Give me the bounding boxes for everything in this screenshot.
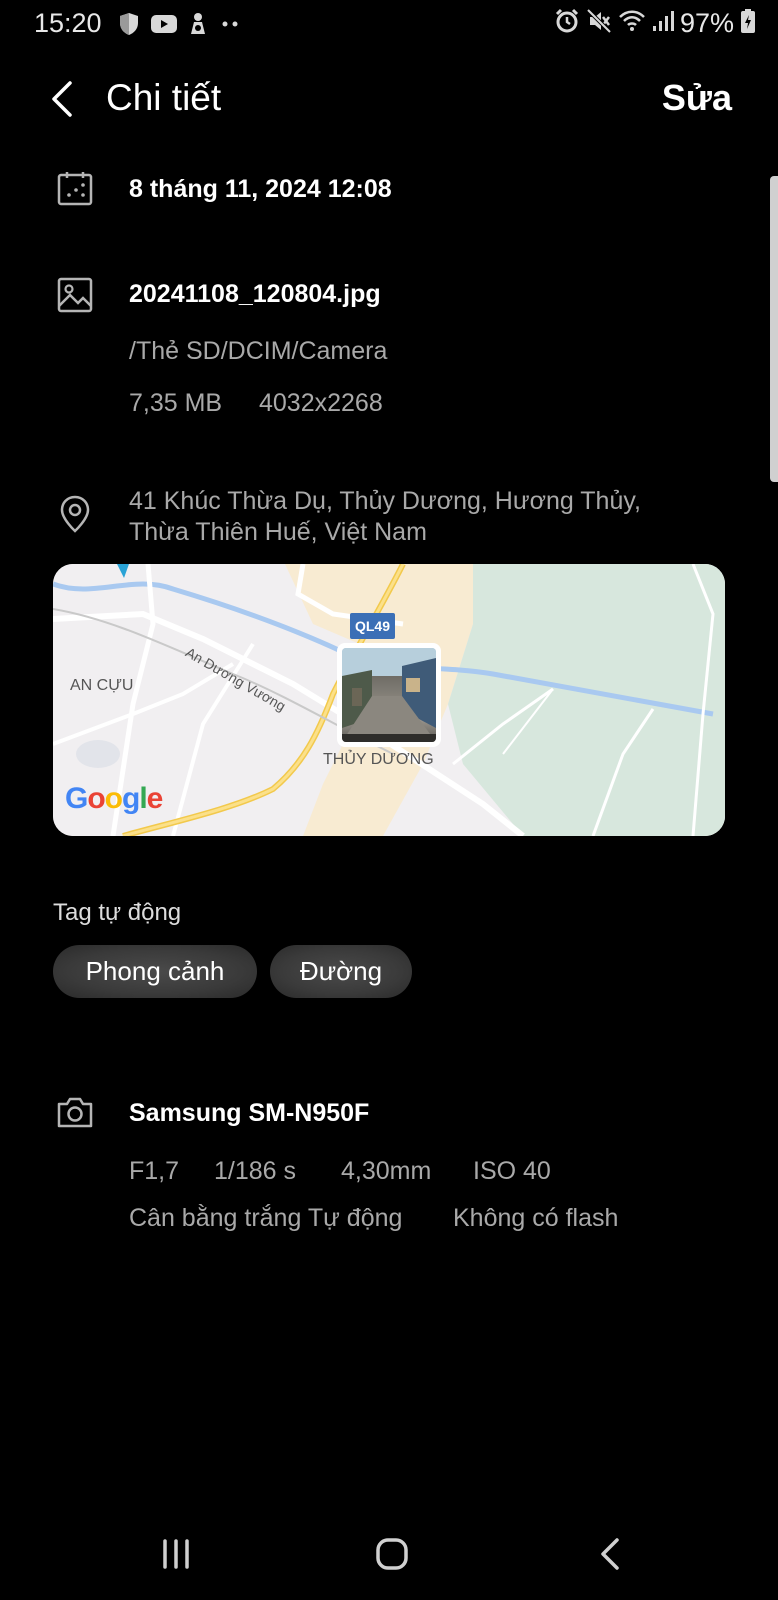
battery-percent: 97% bbox=[679, 8, 734, 38]
file-name: 20241108_120804.jpg bbox=[129, 280, 381, 308]
route-badge: QL49 bbox=[350, 613, 395, 639]
more-dots-icon bbox=[218, 12, 242, 41]
camera-shutter: 1/186 s bbox=[214, 1157, 297, 1185]
battery-charging-icon bbox=[740, 8, 756, 39]
back-button[interactable] bbox=[44, 76, 80, 122]
map-label-an-cuu: AN CỰU bbox=[70, 677, 134, 694]
chevron-left-icon bbox=[601, 1538, 619, 1570]
tag-label: Phong cảnh bbox=[85, 956, 225, 986]
map-photo-thumbnail[interactable] bbox=[337, 643, 441, 747]
mute-icon bbox=[586, 8, 612, 39]
tag-label: Đường bbox=[299, 956, 383, 986]
edit-button[interactable]: Sửa bbox=[662, 77, 732, 119]
tag-chip-duong[interactable]: Đường bbox=[270, 945, 412, 998]
scroll-indicator[interactable] bbox=[770, 176, 778, 482]
home-icon bbox=[376, 1538, 408, 1570]
camera-aperture: F1,7 bbox=[129, 1157, 180, 1185]
wifi-icon bbox=[618, 9, 646, 38]
system-navigation-bar bbox=[0, 1510, 778, 1600]
address-line-1: 41 Khúc Thừa Dụ, Thủy Dương, Hương Thủy, bbox=[129, 487, 641, 515]
camera-model: Samsung SM-N950F bbox=[129, 1099, 370, 1127]
page-title: Chi tiết bbox=[106, 77, 222, 118]
file-resolution: 4032x2268 bbox=[259, 389, 383, 417]
camera-iso: ISO 40 bbox=[473, 1157, 551, 1185]
camera-white-balance: Cân bằng trắng Tự động bbox=[129, 1204, 403, 1232]
address-line-2: Thừa Thiên Huế, Việt Nam bbox=[129, 518, 427, 546]
map-label-thuy-duong: THỦY DƯƠNG bbox=[323, 751, 434, 768]
recent-apps-icon bbox=[163, 1539, 189, 1569]
image-icon bbox=[56, 276, 94, 314]
file-size: 7,35 MB bbox=[129, 389, 223, 417]
shield-icon bbox=[118, 12, 140, 41]
google-logo: Google bbox=[65, 782, 163, 815]
camera-flash: Không có flash bbox=[453, 1204, 619, 1232]
location-pin-icon bbox=[56, 494, 94, 533]
auto-tags-title: Tag tự động bbox=[53, 899, 182, 926]
signal-icon bbox=[652, 9, 674, 38]
youtube-icon bbox=[150, 13, 178, 40]
tag-chip-phong-canh[interactable]: Phong cảnh bbox=[53, 945, 257, 998]
photo-datetime: 8 tháng 11, 2024 12:08 bbox=[129, 175, 392, 203]
alarm-icon bbox=[554, 8, 580, 39]
camera-icon bbox=[56, 1094, 94, 1132]
app-notification-icon bbox=[188, 12, 208, 41]
calendar-icon bbox=[56, 170, 94, 208]
home-button[interactable] bbox=[367, 1532, 417, 1576]
camera-focal-length: 4,30mm bbox=[341, 1157, 432, 1185]
status-left-icons bbox=[118, 12, 242, 41]
recent-apps-button[interactable] bbox=[151, 1532, 201, 1576]
nav-back-button[interactable] bbox=[586, 1532, 636, 1576]
file-path: /Thẻ SD/DCIM/Camera bbox=[129, 337, 388, 365]
status-time: 15:20 bbox=[34, 8, 102, 38]
photo-thumbnail-image bbox=[342, 648, 436, 742]
status-right-icons: 97% bbox=[554, 8, 756, 39]
location-map[interactable]: AN CỰU An Dương Vương THỦY DƯƠNG QL49 Go… bbox=[53, 564, 725, 836]
app-header: Chi tiết Sửa bbox=[0, 62, 778, 138]
status-bar: 15:20 97% bbox=[0, 0, 778, 48]
